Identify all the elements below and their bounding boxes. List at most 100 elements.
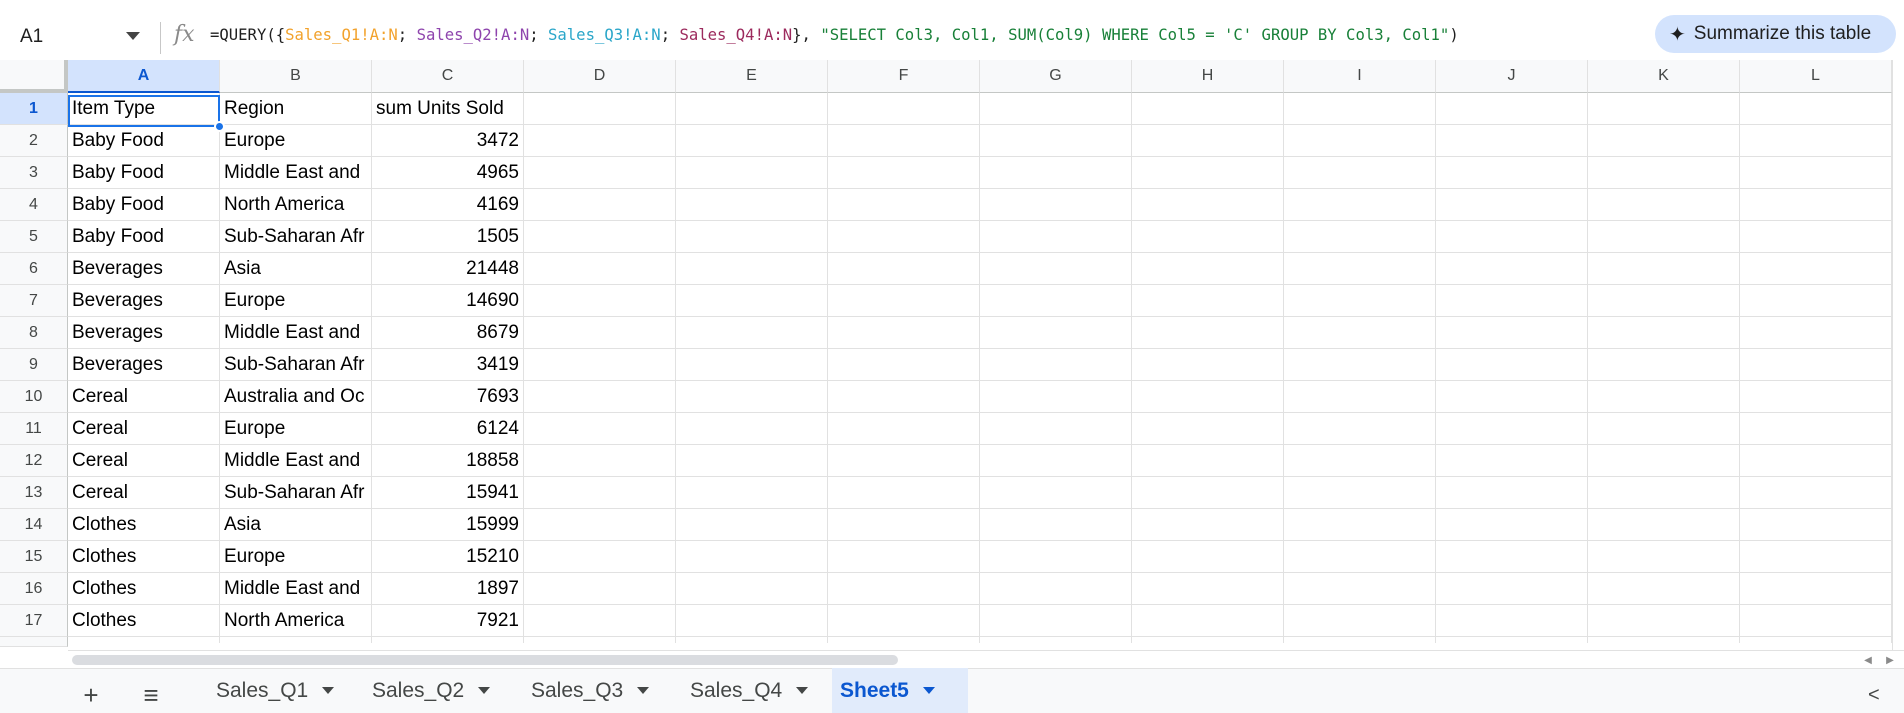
cell-d8[interactable] [524,317,676,349]
cell-h5[interactable] [1132,221,1284,253]
cell-g11[interactable] [980,413,1132,445]
cell-b16[interactable]: Middle East and [220,573,372,605]
cell-c2[interactable]: 3472 [372,125,524,157]
cell-h8[interactable] [1132,317,1284,349]
cell-d1[interactable] [524,93,676,125]
cell-g10[interactable] [980,381,1132,413]
row-header-3[interactable]: 3 [0,157,68,189]
cell-c13[interactable]: 15941 [372,477,524,509]
cell-a17[interactable]: Clothes [68,605,220,637]
row-header-12[interactable]: 12 [0,445,68,477]
cell-h10[interactable] [1132,381,1284,413]
cell-i17[interactable] [1284,605,1436,637]
cell-j2[interactable] [1436,125,1588,157]
cell-h7[interactable] [1132,285,1284,317]
cell-k8[interactable] [1588,317,1740,349]
cell-h2[interactable] [1132,125,1284,157]
cell-h3[interactable] [1132,157,1284,189]
cell-i18[interactable] [1284,637,1436,643]
sheet-tab-sheet5[interactable]: Sheet5 [832,668,968,713]
cell-i6[interactable] [1284,253,1436,285]
cell-a3[interactable]: Baby Food [68,157,220,189]
cell-h6[interactable] [1132,253,1284,285]
cell-h14[interactable] [1132,509,1284,541]
cell-e6[interactable] [676,253,828,285]
cell-e18[interactable] [676,637,828,643]
cell-f16[interactable] [828,573,980,605]
cell-k13[interactable] [1588,477,1740,509]
cell-i11[interactable] [1284,413,1436,445]
row-header-4[interactable]: 4 [0,189,68,221]
cell-c6[interactable]: 21448 [372,253,524,285]
cell-d14[interactable] [524,509,676,541]
cell-g12[interactable] [980,445,1132,477]
cell-b2[interactable]: Europe [220,125,372,157]
cell-e2[interactable] [676,125,828,157]
select-all-corner[interactable] [0,60,68,93]
cell-b8[interactable]: Middle East and [220,317,372,349]
cell-f3[interactable] [828,157,980,189]
name-box-dropdown-icon[interactable] [126,32,140,40]
sheet-tab-sales-q2[interactable]: Sales_Q2 [364,668,508,713]
all-sheets-button[interactable]: ≡ [137,680,165,710]
cell-l4[interactable] [1740,189,1892,221]
cell-d12[interactable] [524,445,676,477]
column-header-i[interactable]: I [1284,60,1436,93]
cell-c18[interactable] [372,637,524,643]
row-header-5[interactable]: 5 [0,221,68,253]
cell-i3[interactable] [1284,157,1436,189]
cell-e7[interactable] [676,285,828,317]
cell-e4[interactable] [676,189,828,221]
cell-e5[interactable] [676,221,828,253]
cell-j16[interactable] [1436,573,1588,605]
cell-h9[interactable] [1132,349,1284,381]
cell-k16[interactable] [1588,573,1740,605]
cell-e13[interactable] [676,477,828,509]
cell-e9[interactable] [676,349,828,381]
cell-l6[interactable] [1740,253,1892,285]
cell-a6[interactable]: Beverages [68,253,220,285]
cell-b5[interactable]: Sub-Saharan Afr [220,221,372,253]
cell-j17[interactable] [1436,605,1588,637]
row-header-2[interactable]: 2 [0,125,68,157]
cell-l16[interactable] [1740,573,1892,605]
horizontal-scrollbar[interactable] [68,650,1904,668]
cell-i8[interactable] [1284,317,1436,349]
cell-k3[interactable] [1588,157,1740,189]
cell-f1[interactable] [828,93,980,125]
cell-e15[interactable] [676,541,828,573]
cell-h16[interactable] [1132,573,1284,605]
row-header-8[interactable]: 8 [0,317,68,349]
cell-f4[interactable] [828,189,980,221]
cell-g13[interactable] [980,477,1132,509]
cell-j3[interactable] [1436,157,1588,189]
cell-f9[interactable] [828,349,980,381]
cell-i1[interactable] [1284,93,1436,125]
cell-j18[interactable] [1436,637,1588,643]
cell-g15[interactable] [980,541,1132,573]
cell-i13[interactable] [1284,477,1436,509]
cell-a16[interactable]: Clothes [68,573,220,605]
column-header-l[interactable]: L [1740,60,1892,93]
cell-a18[interactable] [68,637,220,643]
cell-g14[interactable] [980,509,1132,541]
cell-d6[interactable] [524,253,676,285]
cell-l17[interactable] [1740,605,1892,637]
cell-j4[interactable] [1436,189,1588,221]
cell-i10[interactable] [1284,381,1436,413]
collapse-side-panel-icon[interactable]: < [1868,684,1880,707]
cell-d5[interactable] [524,221,676,253]
cell-g18[interactable] [980,637,1132,643]
cell-f17[interactable] [828,605,980,637]
cell-j9[interactable] [1436,349,1588,381]
cell-j14[interactable] [1436,509,1588,541]
cell-f11[interactable] [828,413,980,445]
cell-c11[interactable]: 6124 [372,413,524,445]
cell-c9[interactable]: 3419 [372,349,524,381]
cell-j13[interactable] [1436,477,1588,509]
row-header-11[interactable]: 11 [0,413,68,445]
cell-d18[interactable] [524,637,676,643]
cell-d13[interactable] [524,477,676,509]
cell-a14[interactable]: Clothes [68,509,220,541]
cell-e12[interactable] [676,445,828,477]
